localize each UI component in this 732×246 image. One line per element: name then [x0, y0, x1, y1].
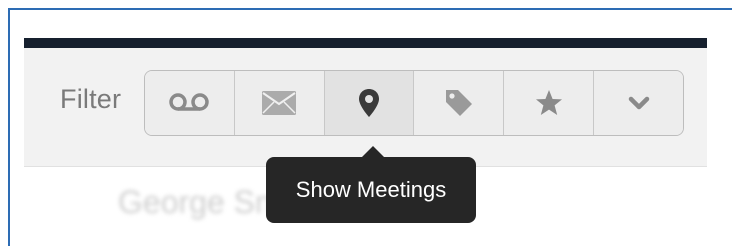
- tag-icon: [445, 90, 472, 116]
- filter-label: Filter: [60, 84, 122, 114]
- starred-filter-button[interactable]: [503, 71, 594, 135]
- header-bar: [24, 38, 707, 48]
- more-filter-button[interactable]: [593, 71, 683, 135]
- meetings-filter-button[interactable]: [323, 71, 414, 135]
- voicemail-icon: [169, 93, 210, 111]
- tooltip-text: Show Meetings: [295, 177, 447, 202]
- envelope-icon: [262, 91, 297, 115]
- star-icon: [535, 90, 562, 115]
- email-filter-button[interactable]: [233, 71, 324, 135]
- filter-button-group: [144, 70, 684, 136]
- voicemail-filter-button[interactable]: [145, 71, 234, 135]
- map-pin-icon: [359, 89, 380, 117]
- tag-filter-button[interactable]: [413, 71, 504, 135]
- chevron-down-icon: [628, 96, 649, 110]
- meetings-tooltip: Show Meetings: [266, 157, 476, 223]
